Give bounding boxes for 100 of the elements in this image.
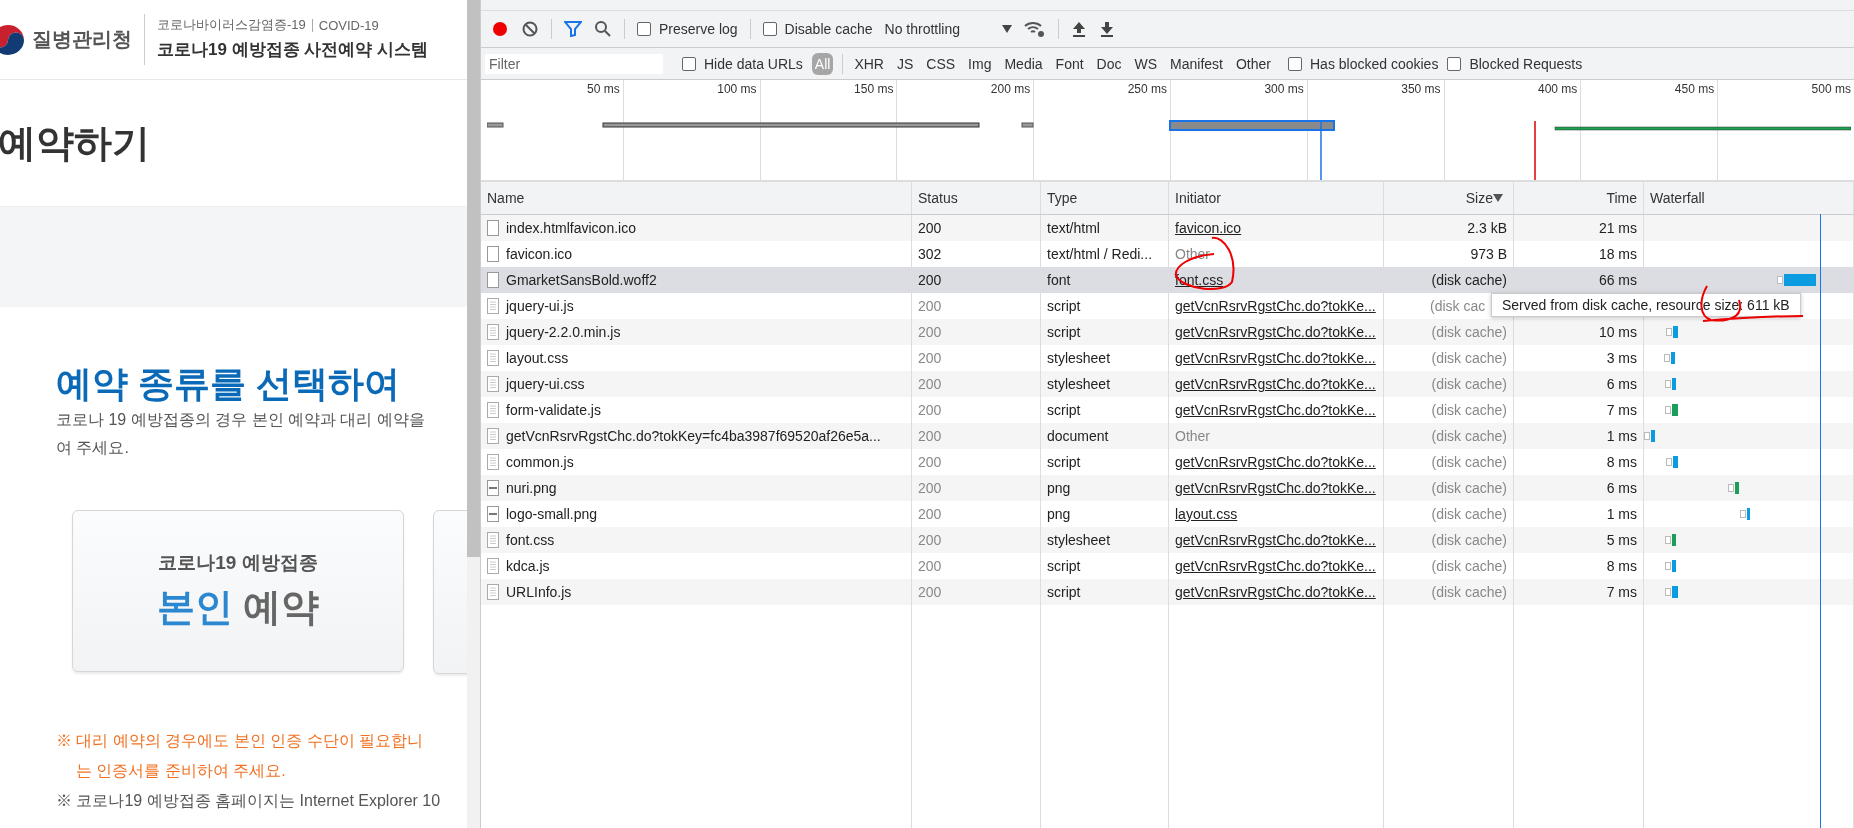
initiator-link[interactable]: getVcnRsrvRgstChc.do?tokKe... [1175,584,1376,600]
request-row[interactable]: jquery-2.2.0.min.js 200 script getVcnRsrvRgstChc.do?tokKe... (disk cache) 10 ms [481,319,1854,345]
text-file-icon [487,558,499,574]
waterfall-bar [1665,404,1678,416]
time-value: 1 ms [1606,506,1637,522]
resource-type: png [1047,480,1071,496]
initiator-link[interactable]: getVcnRsrvRgstChc.do?tokKe... [1175,454,1376,470]
request-name: common.js [506,454,574,470]
disable-cache-checkbox[interactable]: Disable cache [762,21,873,37]
status-code: 200 [918,532,942,548]
waterfall-bar [1740,508,1750,520]
clear-icon[interactable] [521,20,539,38]
resource-type: script [1047,558,1081,574]
type-filter[interactable]: Doc [1094,53,1124,74]
resource-type: document [1047,428,1109,444]
initiator-link[interactable]: getVcnRsrvRgstChc.do?tokKe... [1175,350,1376,366]
text-file-icon [487,324,499,340]
type-filter[interactable]: JS [894,53,916,74]
initiator-link[interactable]: getVcnRsrvRgstChc.do?tokKe... [1175,402,1376,418]
column-header[interactable]: Name [481,182,912,214]
request-row[interactable]: URLInfo.js 200 script getVcnRsrvRgstChc.do?tokKe... (disk cache) 7 ms [481,579,1854,605]
notice-text: ※ 대리 예약의 경우에도 본인 인증 수단이 필요합니 [56,731,425,751]
dropdown-arrow-icon[interactable] [1002,25,1012,33]
status-code: 302 [918,246,942,262]
column-header[interactable]: Size [1384,182,1514,214]
hide-data-urls-checkbox[interactable]: Hide data URLs [682,55,803,72]
type-filter[interactable]: WS [1132,53,1160,74]
size-value: (disk cac [1430,298,1486,314]
initiator-link[interactable]: favicon.ico [1175,220,1242,236]
search-icon[interactable] [594,20,612,38]
request-name: jquery-ui.js [506,298,574,314]
time-value: 10 ms [1598,324,1637,340]
download-icon[interactable] [1099,21,1115,37]
resource-type: stylesheet [1047,532,1111,548]
self-reservation-card[interactable]: 코로나19 예방접종 본인 예약 [72,510,404,672]
request-name: URLInfo.js [506,584,572,600]
size-value: (disk cache) [1431,402,1507,418]
status-code: 200 [918,480,942,496]
size-value: 973 B [1470,246,1507,262]
notice-text: 는 인증서를 준비하여 주세요. [75,761,287,781]
text-file-icon [487,350,499,366]
status-code: 200 [918,272,942,288]
type-filter[interactable]: Media [1002,53,1045,74]
waterfall-bar [1665,378,1676,390]
column-header[interactable]: Initiator [1169,182,1384,214]
type-filter[interactable]: Img [966,53,994,74]
column-header[interactable]: Type [1041,182,1169,214]
request-name: layout.css [506,350,569,366]
request-name: favicon.ico [506,246,573,262]
initiator-link[interactable]: getVcnRsrvRgstChc.do?tokKe... [1175,532,1376,548]
throttling-dropdown[interactable]: No throttling [884,21,960,37]
request-name: index.htmlfavicon.ico [506,220,636,236]
initiator-link[interactable]: getVcnRsrvRgstChc.do?tokKe... [1175,558,1376,574]
preserve-log-checkbox[interactable]: Preserve log [637,21,738,37]
waterfall-bar [1777,274,1816,286]
request-name: nuri.png [506,480,557,496]
upload-icon[interactable] [1071,21,1087,37]
request-row[interactable]: getVcnRsrvRgstChc.do?tokKey=fc4ba3987f69520af26e5a... 200 document Other (disk cache) 1 ms [481,423,1854,449]
file-icon [487,220,499,236]
time-tick-label: 400 ms [1538,82,1578,96]
request-name: font.css [506,532,555,548]
filter-field[interactable]: Filter [485,53,663,74]
type-filter[interactable]: Other [1234,53,1273,74]
initiator-link[interactable]: layout.css [1175,506,1238,522]
type-filter[interactable]: XHR [852,53,886,74]
scrollbar-thumb[interactable] [467,0,480,557]
blocked-requests-checkbox[interactable]: Blocked Requests [1447,55,1583,72]
initiator-link[interactable]: getVcnRsrvRgstChc.do?tokKe... [1175,298,1376,314]
initiator-link[interactable]: getVcnRsrvRgstChc.do?tokKe... [1175,376,1376,392]
request-row[interactable]: jquery-ui.css 200 stylesheet getVcnRsrvRgstChc.do?tokKe... (disk cache) 6 ms [481,371,1854,397]
time-tick-label: 350 ms [1401,82,1441,96]
request-name: form-validate.js [506,402,601,418]
record-icon[interactable] [491,20,509,38]
resource-type: script [1047,298,1081,314]
type-filter[interactable]: Font [1053,53,1086,74]
request-row[interactable]: font.css 200 stylesheet getVcnRsrvRgstChc.do?tokKe... (disk cache) 5 ms [481,527,1854,553]
waterfall-bar [1666,456,1678,468]
blocked-cookies-checkbox[interactable]: Has blocked cookies [1288,55,1439,72]
column-header[interactable]: Waterfall [1644,182,1854,214]
request-row[interactable]: nuri.png 200 png getVcnRsrvRgstChc.do?tokKe... (disk cache) 6 ms [481,475,1854,501]
initiator-link[interactable]: getVcnRsrvRgstChc.do?tokKe... [1175,480,1376,496]
column-header[interactable]: Time [1514,182,1644,214]
image-file-icon [487,506,499,522]
type-filter[interactable]: CSS [924,53,958,74]
intro-text: 여 주세요. [56,438,130,458]
type-filter[interactable]: Manifest [1168,53,1225,74]
text-file-icon [487,454,499,470]
waterfall-bar [1665,534,1676,546]
filter-icon[interactable] [564,21,582,37]
column-header[interactable]: Status [912,182,1041,214]
request-name: jquery-ui.css [506,376,585,392]
emblem-icon [0,24,26,55]
file-icon [487,272,499,288]
size-value: (disk cache) [1431,376,1507,392]
initiator-link[interactable]: getVcnRsrvRgstChc.do?tokKe... [1175,324,1376,340]
request-row[interactable]: index.htmlfavicon.ico 200 text/html favicon.ico 2.3 kB 21 ms [481,215,1854,241]
section-heading: 예약 종류를 선택하여 [56,362,401,406]
network-settings-icon[interactable] [1024,20,1046,38]
size-value: (disk cache) [1431,584,1507,600]
request-name: GmarketSansBold.woff2 [506,272,657,288]
